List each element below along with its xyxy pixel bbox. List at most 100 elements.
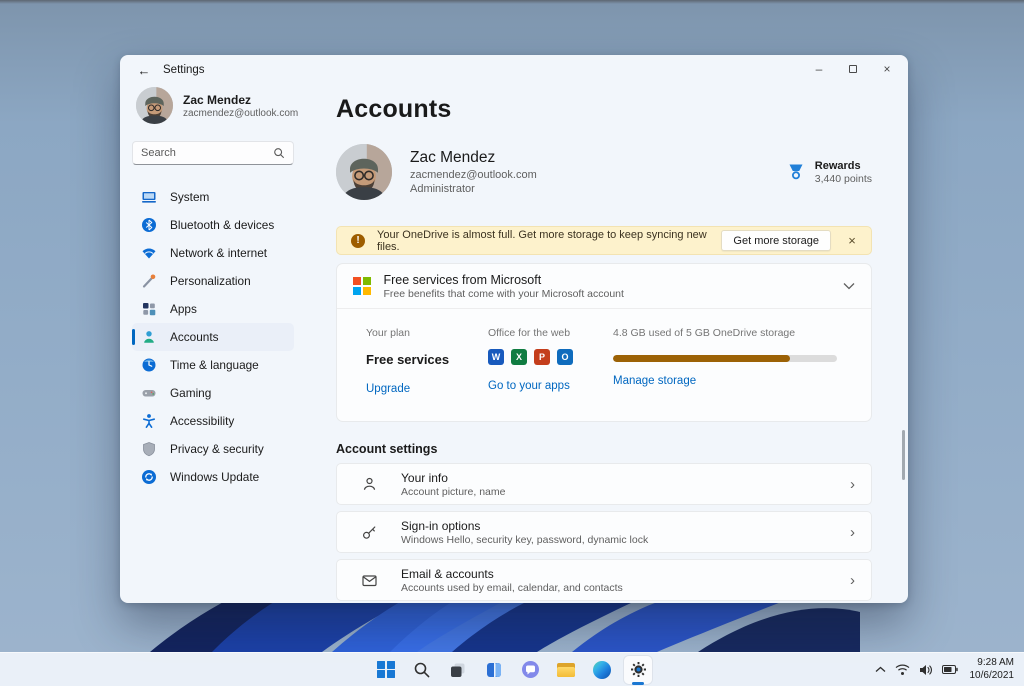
edge-button[interactable] bbox=[588, 656, 616, 684]
rewards-widget[interactable]: Rewards 3,440 points bbox=[786, 160, 872, 185]
sidebar-item-label: Bluetooth & devices bbox=[170, 218, 275, 232]
sidebar-item-network-internet[interactable]: Network & internet bbox=[132, 239, 294, 267]
rewards-medal-icon bbox=[789, 164, 803, 180]
widgets-button[interactable] bbox=[480, 656, 508, 684]
sign-in-options-row[interactable]: Sign-in options Windows Hello, security … bbox=[336, 511, 872, 553]
privacy-shield-icon bbox=[143, 442, 155, 457]
chevron-up-icon[interactable] bbox=[875, 666, 886, 673]
window-titlebar: ← Settings – × bbox=[120, 55, 908, 85]
person-icon bbox=[363, 477, 376, 490]
rewards-label: Rewards bbox=[814, 159, 861, 172]
free-services-card: Free services from Microsoft Free benefi… bbox=[336, 263, 872, 422]
caption-controls: – × bbox=[802, 55, 904, 83]
search-input[interactable]: Search bbox=[132, 141, 294, 165]
manage-storage-link[interactable]: Manage storage bbox=[613, 375, 837, 387]
sidebar-item-bluetooth-devices[interactable]: Bluetooth & devices bbox=[132, 211, 294, 239]
card-subtitle: Free benefits that come with your Micros… bbox=[383, 287, 624, 300]
taskbar-clock[interactable]: 9:28 AM 10/6/2021 bbox=[970, 657, 1015, 682]
back-button[interactable]: ← bbox=[133, 59, 155, 81]
wifi-icon[interactable] bbox=[895, 664, 910, 676]
your-info-row[interactable]: Your info Account picture, name › bbox=[336, 463, 872, 505]
avatar-large bbox=[336, 144, 392, 200]
sidebar-item-gaming[interactable]: Gaming bbox=[132, 379, 294, 407]
warning-icon: ! bbox=[351, 233, 365, 248]
settings-window: ← Settings – × Zac Mendez zacmendez@outl… bbox=[120, 55, 908, 603]
sidebar-item-label: Windows Update bbox=[170, 470, 260, 484]
gaming-controller-icon bbox=[142, 390, 156, 397]
bluetooth-icon bbox=[142, 218, 156, 232]
sidebar-item-label: Apps bbox=[170, 302, 197, 316]
key-icon bbox=[362, 525, 376, 539]
chevron-right-icon: › bbox=[850, 523, 855, 541]
storage-column: 4.8 GB used of 5 GB OneDrive storage Man… bbox=[613, 327, 871, 395]
powerpoint-icon: P bbox=[534, 349, 550, 365]
sidebar-item-apps[interactable]: Apps bbox=[132, 295, 294, 323]
minimize-button[interactable]: – bbox=[802, 55, 836, 83]
banner-close-icon[interactable]: × bbox=[843, 233, 861, 248]
onedrive-warning-banner: ! Your OneDrive is almost full. Get more… bbox=[336, 226, 872, 255]
accounts-person-icon bbox=[144, 331, 154, 343]
task-view-button[interactable] bbox=[444, 656, 472, 684]
search-placeholder: Search bbox=[141, 147, 176, 159]
sidebar-item-accounts[interactable]: Accounts bbox=[132, 323, 294, 351]
sidebar-item-windows-update[interactable]: Windows Update bbox=[132, 463, 294, 491]
sidebar-item-system[interactable]: System bbox=[132, 183, 294, 211]
settings-gear-icon bbox=[630, 662, 646, 677]
sidebar-item-label: Accessibility bbox=[170, 414, 235, 428]
file-explorer-button[interactable] bbox=[552, 656, 580, 684]
sidebar-item-privacy-security[interactable]: Privacy & security bbox=[132, 435, 294, 463]
maximize-button[interactable] bbox=[836, 55, 870, 83]
search-icon bbox=[274, 148, 285, 159]
profile-name: Zac Mendez bbox=[410, 149, 496, 166]
clock-time: 9:28 AM bbox=[977, 657, 1014, 668]
chat-button[interactable] bbox=[516, 656, 544, 684]
sidebar-item-label: Network & internet bbox=[170, 246, 268, 260]
sidebar-profile[interactable]: Zac Mendez zacmendez@outlook.com bbox=[132, 87, 298, 124]
row-title: Sign-in options bbox=[401, 518, 481, 533]
office-column: Office for the web W X P O Go to your ap… bbox=[488, 327, 613, 395]
start-button[interactable] bbox=[372, 656, 400, 684]
system-tray: 9:28 AM 10/6/2021 bbox=[875, 653, 1019, 686]
get-more-storage-button[interactable]: Get more storage bbox=[721, 230, 831, 251]
sidebar-item-label: System bbox=[170, 190, 210, 204]
storage-progress-bar bbox=[613, 355, 837, 362]
account-settings-rows: Your info Account picture, name › Sign-i… bbox=[336, 463, 872, 603]
mail-icon bbox=[362, 574, 377, 586]
maximize-icon bbox=[849, 65, 857, 73]
network-wifi-icon bbox=[142, 248, 156, 259]
task-view-icon bbox=[451, 663, 465, 677]
sidebar-user-email: zacmendez@outlook.com bbox=[183, 107, 299, 119]
sidebar-item-accessibility[interactable]: Accessibility bbox=[132, 407, 294, 435]
plan-column: Your plan Free services Upgrade bbox=[366, 327, 488, 395]
main-content: Accounts Zac Mendez zacmendez@outlook.co… bbox=[336, 85, 872, 603]
upgrade-link[interactable]: Upgrade bbox=[366, 383, 488, 395]
chevron-down-icon[interactable] bbox=[843, 282, 855, 290]
row-title: Email & accounts bbox=[401, 566, 494, 581]
sidebar-item-time-language[interactable]: Time & language bbox=[132, 351, 294, 379]
email-accounts-row[interactable]: Email & accounts Accounts used by email,… bbox=[336, 559, 872, 601]
card-title: Free services from Microsoft bbox=[383, 272, 542, 287]
profile-email: zacmendez@outlook.com bbox=[410, 169, 537, 181]
start-icon bbox=[377, 660, 395, 679]
windows-update-icon bbox=[142, 470, 156, 484]
apps-grid-icon bbox=[143, 303, 156, 316]
volume-icon[interactable] bbox=[919, 664, 933, 676]
settings-taskbar-button[interactable] bbox=[624, 655, 652, 684]
battery-icon[interactable] bbox=[941, 665, 958, 674]
close-button[interactable]: × bbox=[870, 55, 904, 83]
system-icon bbox=[142, 192, 156, 203]
row-subtitle: Account picture, name bbox=[401, 485, 506, 498]
edge-icon bbox=[593, 660, 611, 679]
chat-icon bbox=[521, 661, 539, 678]
sidebar: Zac Mendez zacmendez@outlook.com Search … bbox=[132, 87, 298, 491]
sidebar-item-label: Gaming bbox=[170, 386, 212, 400]
window-scrollbar-thumb[interactable] bbox=[902, 430, 905, 480]
taskbar-search-button[interactable] bbox=[408, 656, 436, 684]
window-title: Settings bbox=[163, 64, 205, 76]
sidebar-item-personalization[interactable]: Personalization bbox=[132, 267, 294, 295]
go-to-your-apps-link[interactable]: Go to your apps bbox=[488, 380, 613, 392]
row-subtitle: Windows Hello, security key, password, d… bbox=[401, 533, 649, 546]
free-services-expander[interactable]: Free services from Microsoft Free benefi… bbox=[337, 264, 871, 308]
word-icon: W bbox=[488, 349, 504, 365]
row-subtitle: Accounts used by email, calendar, and co… bbox=[401, 581, 623, 594]
